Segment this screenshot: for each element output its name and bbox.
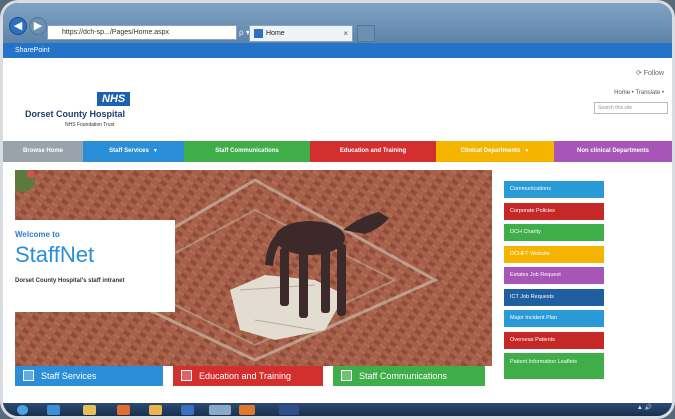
nav-item-home[interactable]: Browse Home — [3, 141, 83, 162]
browser-window: ◀ ▶ https://dch-sp.../Pages/Home.aspx ρ … — [0, 0, 675, 419]
follow-link[interactable]: ⟳ Follow — [636, 69, 664, 77]
file-explorer-icon[interactable] — [83, 405, 96, 415]
quick-links: Communications Corporate Policies DCH Char… — [504, 181, 604, 384]
quick-link-item[interactable]: Overseas Patients — [504, 331, 604, 349]
nav-item-clinical-departments[interactable]: Clinical Departments ▼ — [436, 141, 554, 162]
new-tab-button[interactable] — [357, 25, 375, 42]
top-navigation: Browse Home Staff Services ▼ Staff Commun… — [3, 141, 672, 162]
photoshop-icon[interactable] — [279, 405, 299, 415]
forward-button[interactable]: ▶ — [29, 17, 47, 35]
welcome-to-label: Welcome to — [15, 230, 60, 239]
suite-bar: SharePoint — [3, 43, 672, 58]
internet-explorer-icon[interactable] — [47, 405, 60, 415]
nav-label: Non clinical Departments — [576, 148, 650, 154]
system-tray[interactable]: ▲ 🔊 — [637, 404, 652, 411]
nav-label: Staff Services — [109, 148, 149, 154]
section-label: Staff Services — [41, 371, 97, 381]
hospital-name: Dorset County Hospital — [25, 109, 126, 119]
quick-link-item[interactable]: Corporate Policies — [504, 202, 604, 220]
nav-label: Clinical Departments — [460, 148, 521, 154]
media-player-icon[interactable] — [117, 405, 130, 415]
trust-name: NHS Foundation Trust — [65, 122, 115, 128]
nav-item-education-training[interactable]: Education and Training — [310, 141, 436, 162]
windows-taskbar: ▲ 🔊 — [3, 403, 672, 416]
back-button[interactable]: ◀ — [9, 17, 27, 35]
start-button-icon[interactable] — [17, 405, 28, 415]
main-content: Welcome to StaffNet Dorset County Hospit… — [3, 162, 672, 403]
nav-item-non-clinical-departments[interactable]: Non clinical Departments — [554, 141, 672, 162]
quick-link-item[interactable]: ICT Job Requests — [504, 288, 604, 306]
section-staff-communications[interactable]: Staff Communications — [333, 366, 485, 386]
quick-link-item[interactable]: DCH Charity — [504, 224, 604, 241]
sharepoint-favicon-icon — [254, 29, 263, 38]
quick-link-item[interactable]: DCHFT Website — [504, 245, 604, 263]
hero-banner: Welcome to StaffNet Dorset County Hospit… — [15, 170, 492, 366]
welcome-subtitle: Dorset County Hospital's staff intranet — [15, 278, 125, 284]
nav-label: Staff Communications — [215, 148, 279, 154]
chrome-icon[interactable] — [149, 405, 162, 415]
nhs-logo[interactable]: NHS — [97, 92, 131, 106]
welcome-panel: Welcome to StaffNet Dorset County Hospit… — [15, 220, 175, 312]
nav-label: Browse Home — [22, 148, 63, 154]
quick-link-item[interactable]: Major Incident Plan — [504, 310, 604, 327]
address-bar[interactable]: https://dch-sp.../Pages/Home.aspx — [47, 25, 237, 40]
section-label: Education and Training — [199, 371, 292, 381]
chevron-down-icon: ▼ — [152, 148, 158, 154]
tab-close-icon[interactable]: × — [343, 26, 348, 41]
header-links[interactable]: Home • Translate • — [614, 90, 664, 96]
quick-link-item[interactable]: Estates Job Request — [504, 267, 604, 284]
welcome-title: StaffNet — [15, 242, 95, 267]
nav-label: Education and Training — [339, 148, 407, 154]
outlook-icon[interactable] — [239, 405, 255, 415]
tab-home[interactable]: Home × — [249, 25, 353, 42]
section-icon — [181, 370, 192, 381]
section-education-training[interactable]: Education and Training — [173, 366, 323, 386]
quick-link-item[interactable]: Communications — [504, 181, 604, 198]
search-input[interactable]: Search this site — [594, 102, 668, 114]
chevron-down-icon: ▼ — [524, 148, 530, 154]
window-thumbnail-icon[interactable] — [209, 405, 231, 415]
section-icon — [23, 370, 34, 381]
quick-link-item[interactable]: Patient Information Leaflets — [504, 353, 604, 379]
browser-toolbar: ◀ ▶ https://dch-sp.../Pages/Home.aspx ρ … — [3, 3, 672, 43]
tab-title: Home — [266, 30, 285, 37]
section-label: Staff Communications — [359, 371, 447, 381]
app-icon[interactable] — [181, 405, 194, 415]
nav-item-staff-communications[interactable]: Staff Communications — [184, 141, 310, 162]
nav-item-staff-services[interactable]: Staff Services ▼ — [83, 141, 184, 162]
suite-bar-label[interactable]: SharePoint — [15, 47, 50, 54]
section-staff-services[interactable]: Staff Services — [15, 366, 163, 386]
site-header: NHS Dorset County Hospital NHS Foundatio… — [3, 58, 672, 141]
section-icon — [341, 370, 352, 381]
